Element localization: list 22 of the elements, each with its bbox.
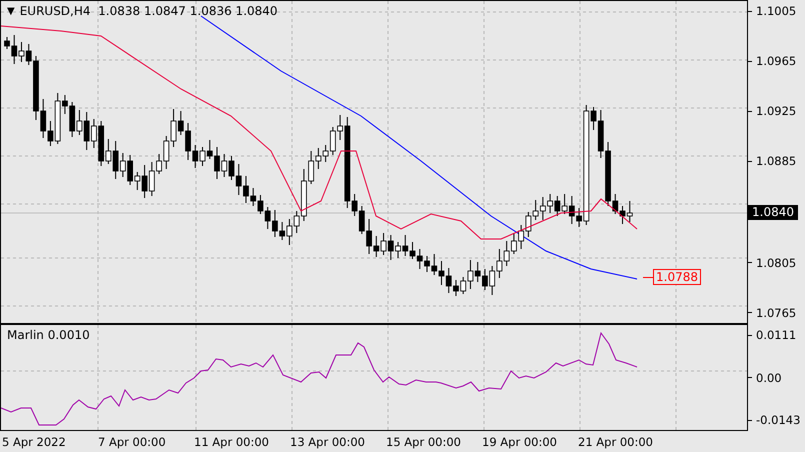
time-axis-label: 21 Apr 00:00	[578, 434, 654, 448]
time-axis-label: 5 Apr 2022	[2, 434, 67, 448]
indicator-axis-label: -0.0143	[748, 413, 805, 427]
indicator-axis-label: 0.0111	[748, 328, 805, 342]
leader-line	[643, 277, 653, 278]
price-axis-label: 1.0925	[748, 104, 805, 118]
price-axis-label: 1.0805	[748, 256, 805, 270]
price-axis-label: 1.0885	[748, 154, 805, 168]
current-price-tag: 1.0840	[748, 204, 798, 220]
indicator-title: Marlin 0.0010	[7, 328, 90, 342]
time-axis-label: 11 Apr 00:00	[194, 434, 270, 448]
price-level-tag: 1.0788	[653, 269, 701, 285]
time-axis-label: 7 Apr 00:00	[98, 434, 167, 448]
price-axis-label: 1.0965	[748, 54, 805, 68]
time-axis-label: 13 Apr 00:00	[290, 434, 366, 448]
price-axis-label: 1.1005	[748, 4, 805, 18]
indicator-axis-label: 0.00	[748, 370, 805, 384]
time-axis-label: 19 Apr 00:00	[482, 434, 558, 448]
collapse-glyph[interactable]: ▼	[7, 6, 15, 16]
time-axis-label: 15 Apr 00:00	[386, 434, 462, 448]
chart-title: EURUSD,H4 1.0838 1.0847 1.0836 1.0840	[20, 4, 278, 18]
price-axis-label: 1.0765	[748, 306, 805, 320]
